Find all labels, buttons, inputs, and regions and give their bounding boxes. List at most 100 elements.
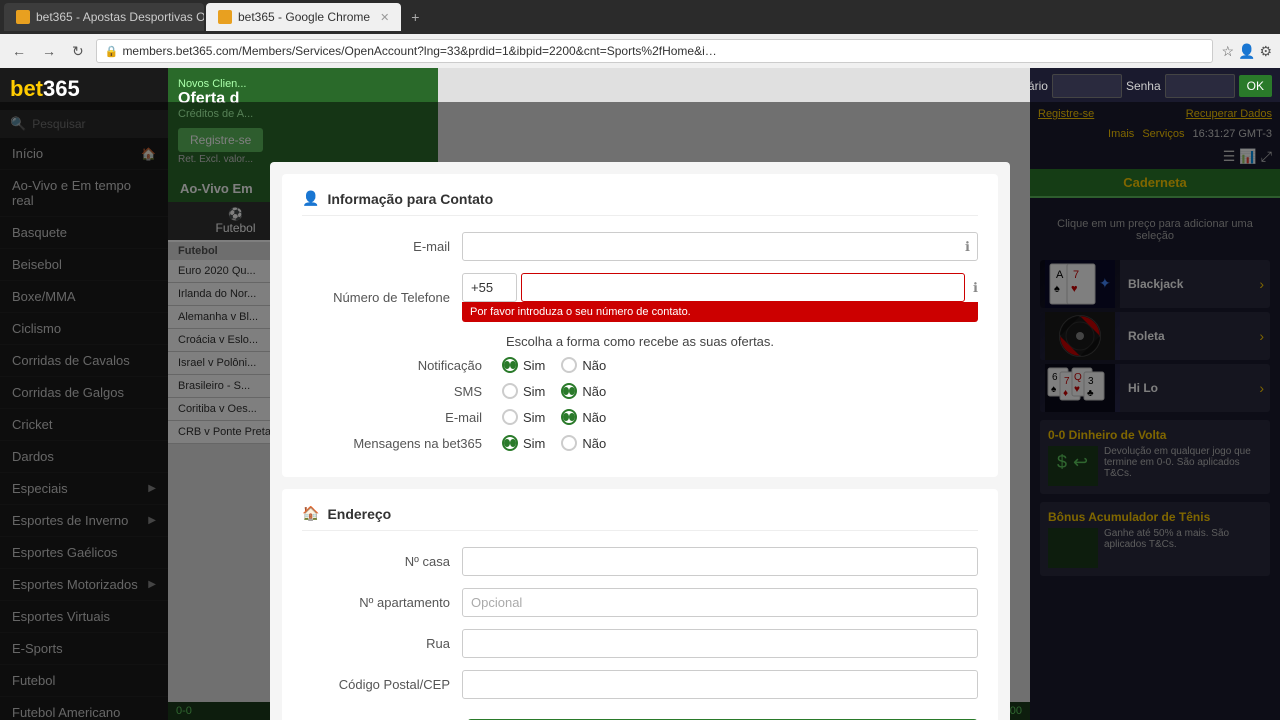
nao-label-mensagens: Não (582, 436, 606, 451)
profile-button[interactable]: 👤 (1238, 43, 1255, 60)
phone-prefix-input[interactable] (462, 273, 517, 302)
rua-field (462, 629, 978, 658)
tab-2[interactable]: bet365 - Google Chrome ✕ (206, 3, 401, 31)
email-info-icon[interactable]: ℹ (965, 239, 970, 255)
modal: 👤 Informação para Contato E-mail ℹ Númer… (270, 162, 1010, 720)
nao-label-sms: Não (582, 384, 606, 399)
new-tab-button[interactable]: + (407, 7, 423, 27)
address-icon: 🏠 (302, 505, 319, 522)
offers-text: Escolha a forma como recebe as suas ofer… (302, 334, 978, 349)
sms-nao-option[interactable]: Não (561, 383, 606, 399)
nao-label-email: Não (582, 410, 606, 425)
notificacao-label: Notificação (302, 358, 502, 373)
mensagens-row: Mensagens na bet365 Sim Não (302, 435, 978, 451)
mensagens-nao-radio[interactable] (561, 435, 577, 451)
nro-apto-row: Nº apartamento (302, 588, 978, 617)
promo-novos: Novos Clien... (178, 78, 428, 90)
forward-button[interactable]: → (38, 41, 60, 61)
phone-number-input[interactable] (521, 273, 965, 302)
nro-apto-input[interactable] (462, 588, 978, 617)
phone-label: Número de Telefone (302, 290, 462, 305)
sms-sim-radio[interactable] (502, 383, 518, 399)
address-box[interactable]: 🔒 members.bet365.com/Members/Services/Op… (96, 39, 1214, 63)
tab-1[interactable]: bet365 - Apostas Desportivas O... ✕ (4, 3, 204, 31)
notificacao-row: Notificação Sim Não (302, 357, 978, 373)
cep-row: Código Postal/CEP (302, 670, 978, 699)
phone-inputs: ℹ (462, 273, 978, 302)
tab2-label: bet365 - Google Chrome (238, 10, 370, 24)
email-sim-radio[interactable] (502, 409, 518, 425)
email-radio-label: E-mail (302, 410, 502, 425)
email-row: E-mail ℹ (302, 232, 978, 261)
email-radio-row: E-mail Sim Não (302, 409, 978, 425)
nro-casa-label: Nº casa (302, 554, 462, 569)
sms-nao-radio[interactable] (561, 383, 577, 399)
usuario-input[interactable] (1052, 74, 1122, 98)
nro-apto-label: Nº apartamento (302, 595, 462, 610)
address-bar: ← → ↻ 🔒 members.bet365.com/Members/Servi… (0, 34, 1280, 68)
sim-label-mensagens: Sim (523, 436, 545, 451)
senha-input[interactable] (1165, 74, 1235, 98)
sms-sim-option[interactable]: Sim (502, 383, 545, 399)
nro-casa-input[interactable] (462, 547, 978, 576)
logo-text: bet365 (10, 76, 80, 101)
bookmark-button[interactable]: ☆ (1221, 43, 1234, 60)
phone-row: Número de Telefone ℹ Por favor introduza… (302, 273, 978, 322)
refresh-button[interactable]: ↻ (68, 41, 88, 62)
email-sim-option[interactable]: Sim (502, 409, 545, 425)
rua-row: Rua (302, 629, 978, 658)
nro-apto-field (462, 588, 978, 617)
email-nao-option[interactable]: Não (561, 409, 606, 425)
mensagens-label: Mensagens na bet365 (302, 436, 502, 451)
email-nao-radio[interactable] (561, 409, 577, 425)
email-input[interactable] (462, 232, 978, 261)
email-field-container: ℹ (462, 232, 978, 261)
address-text: members.bet365.com/Members/Services/Open… (122, 44, 722, 58)
nro-casa-field (462, 547, 978, 576)
rua-input[interactable] (462, 629, 978, 658)
mensagens-sim-radio[interactable] (502, 435, 518, 451)
browser-chrome: bet365 - Apostas Desportivas O... ✕ bet3… (0, 0, 1280, 68)
sim-label-email: Sim (523, 410, 545, 425)
address-section-header: 🏠 Endereço (302, 505, 978, 531)
senha-label: Senha (1126, 79, 1161, 93)
tab2-close[interactable]: ✕ (380, 11, 389, 24)
cep-field (462, 670, 978, 699)
notificacao-nao-radio[interactable] (561, 357, 577, 373)
contact-title: Informação para Contato (327, 191, 493, 207)
find-address-container: Encontrar Endereço (467, 711, 978, 720)
ok-button[interactable]: OK (1239, 75, 1272, 97)
contact-section-header: 👤 Informação para Contato (302, 190, 978, 216)
sim-label-sms: Sim (523, 384, 545, 399)
phone-error-message: Por favor introduza o seu número de cont… (462, 302, 978, 322)
sms-row: SMS Sim Não (302, 383, 978, 399)
mensagens-sim-option[interactable]: Sim (502, 435, 545, 451)
sms-radio-group: Sim Não (502, 383, 606, 399)
offers-label: Escolha a forma como recebe as suas ofer… (506, 334, 774, 349)
notificacao-nao-option[interactable]: Não (561, 357, 606, 373)
tab1-favicon (16, 10, 30, 24)
contact-section: 👤 Informação para Contato E-mail ℹ Númer… (282, 174, 998, 477)
notificacao-sim-option[interactable]: Sim (502, 357, 545, 373)
extension-button[interactable]: ⚙ (1259, 43, 1272, 60)
main-layout: bet365 🔍 Início 🏠 Ao-Vivo e Em tempo rea… (0, 68, 1280, 720)
notificacao-sim-radio[interactable] (502, 357, 518, 373)
phone-info-icon[interactable]: ℹ (973, 280, 978, 296)
usuario-label: Usuário (1030, 79, 1048, 93)
cep-input[interactable] (462, 670, 978, 699)
contact-icon: 👤 (302, 190, 319, 207)
sim-label-notif: Sim (523, 358, 545, 373)
email-radio-group: Sim Não (502, 409, 606, 425)
rua-label: Rua (302, 636, 462, 651)
tab-bar: bet365 - Apostas Desportivas O... ✕ bet3… (0, 0, 1280, 34)
right-header: Usuário Senha OK (1030, 68, 1280, 104)
lock-icon: 🔒 (105, 45, 119, 58)
mensagens-nao-option[interactable]: Não (561, 435, 606, 451)
mensagens-radio-group: Sim Não (502, 435, 606, 451)
address-actions: ☆ 👤 ⚙ (1221, 43, 1272, 60)
back-button[interactable]: ← (8, 41, 30, 61)
sms-label: SMS (302, 384, 502, 399)
email-label: E-mail (302, 239, 462, 254)
cep-label: Código Postal/CEP (302, 677, 462, 692)
tab1-label: bet365 - Apostas Desportivas O... (36, 10, 204, 24)
